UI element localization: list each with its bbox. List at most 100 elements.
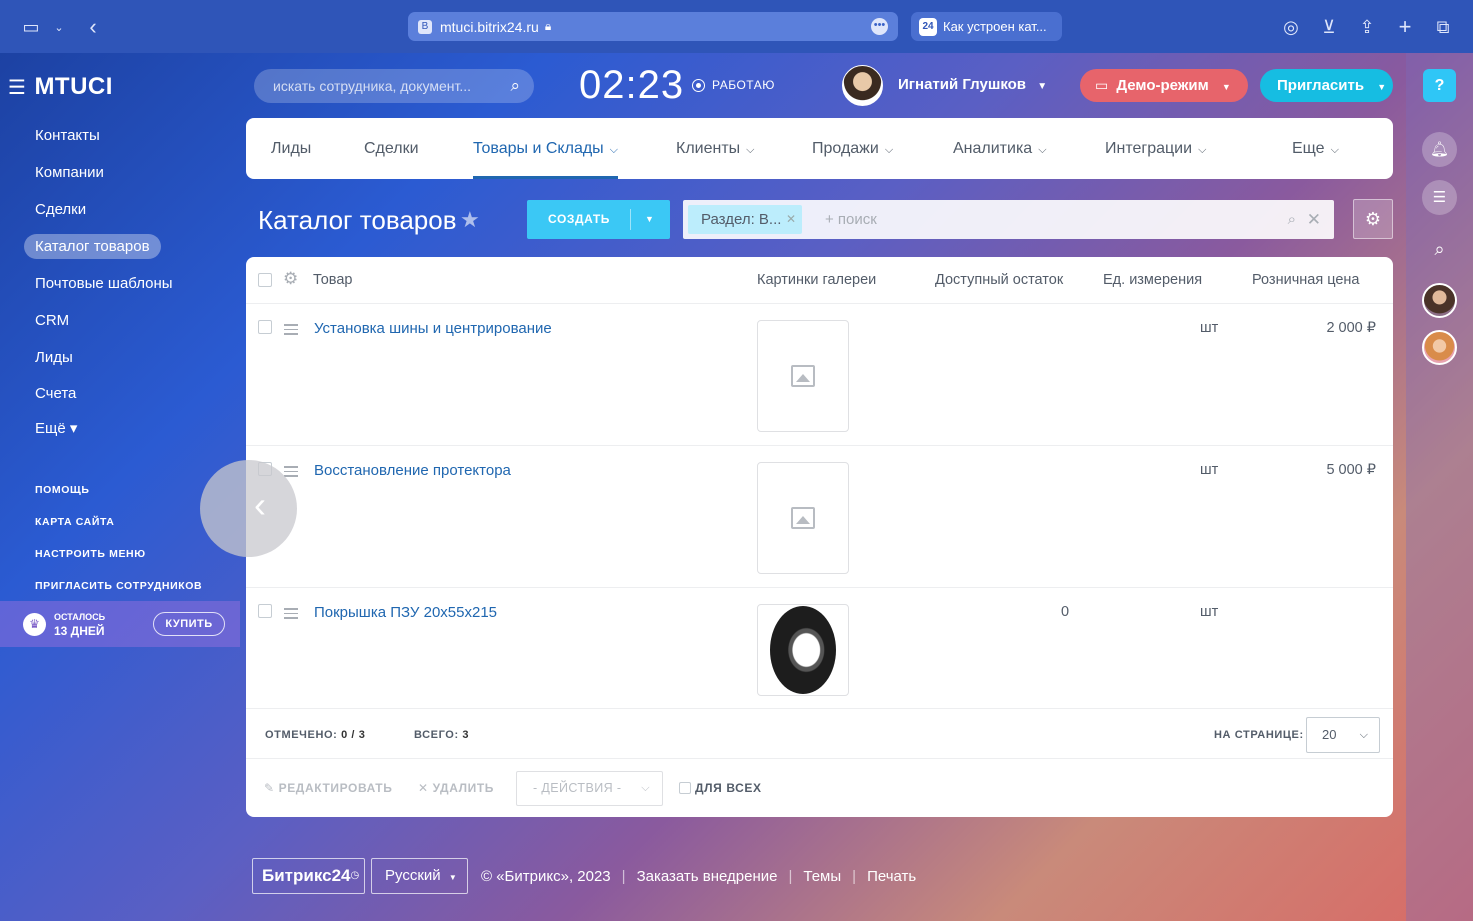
print-link[interactable]: Печать [867, 868, 916, 885]
tabs-overview-icon[interactable]: ⧉ [1430, 14, 1456, 40]
gallery-image[interactable] [757, 462, 849, 574]
for-all-checkbox[interactable]: ДЛЯ ВСЕХ [679, 781, 762, 795]
chevron-left-icon[interactable]: ‹ [254, 484, 266, 526]
search-icon[interactable]: ⌕ [1422, 232, 1457, 267]
column-header-gallery[interactable]: Картинки галереи [757, 272, 876, 288]
select-all-checkbox[interactable] [258, 273, 272, 287]
back-icon[interactable]: ‹ [80, 14, 106, 40]
new-tab-icon[interactable]: + [1392, 14, 1418, 40]
tab-integrations[interactable]: Интеграции ⌵ [1105, 118, 1206, 179]
sidebar-item-catalog[interactable]: Каталог товаров [24, 234, 161, 259]
product-name-link[interactable]: Покрышка ПЗУ 20х55х215 [314, 604, 497, 621]
chevron-down-icon: ▼ [1221, 82, 1231, 92]
star-icon[interactable]: ★ [460, 207, 480, 233]
drag-handle-icon[interactable] [284, 608, 298, 622]
buy-button[interactable]: КУПИТЬ [153, 612, 225, 636]
avatar[interactable] [842, 65, 883, 106]
browser-tab[interactable]: 24 Как устроен кат... [911, 12, 1062, 41]
themes-link[interactable]: Темы [803, 868, 841, 885]
pencil-icon: ✎ [264, 781, 275, 795]
invite-employees-link[interactable]: ПРИГЛАСИТЬ СОТРУДНИКОВ [35, 580, 202, 592]
row-checkbox[interactable] [258, 604, 272, 618]
avatar[interactable] [1422, 283, 1457, 318]
copyright-text: © «Битрикс», 2023 [481, 868, 611, 885]
gallery-image[interactable] [757, 320, 849, 432]
sidebar-item-deals[interactable]: Сделки [24, 197, 97, 222]
trial-days: 13 ДНЕЙ [54, 624, 105, 638]
drag-handle-icon[interactable] [284, 324, 298, 338]
per-page-select[interactable]: 20 ⌵ [1306, 717, 1380, 753]
close-icon[interactable]: ✕ [1307, 200, 1321, 239]
sitemap-link[interactable]: КАРТА САЙТА [35, 516, 115, 528]
delete-label: УДАЛИТЬ [432, 781, 495, 795]
table-row[interactable]: Покрышка ПЗУ 20х55х215 0 шт [246, 588, 1393, 709]
tab-label: Сделки [364, 140, 419, 157]
download-icon[interactable]: ⊻ [1316, 14, 1342, 40]
chevron-down-icon: ⌵ [884, 144, 894, 156]
actions-select[interactable]: - ДЕЙСТВИЯ - ⌵ [516, 771, 663, 806]
product-name-link[interactable]: Восстановление протектора [314, 462, 511, 479]
compass-icon[interactable]: ◎ [1278, 14, 1304, 40]
delete-button[interactable]: ✕ УДАЛИТЬ [418, 781, 494, 795]
tab-products-warehouses[interactable]: Товары и Склады ⌵ [473, 118, 619, 179]
tab-sales[interactable]: Продажи ⌵ [812, 118, 893, 179]
chevron-down-icon[interactable]: ⌄ [46, 14, 72, 40]
share-icon[interactable]: ⇪ [1354, 14, 1380, 40]
checkbox[interactable] [679, 782, 691, 794]
row-checkbox[interactable] [258, 320, 272, 334]
search-icon[interactable]: ⌕ [510, 69, 520, 103]
image-placeholder-icon [791, 507, 815, 529]
logo[interactable]: ☰ MTUCI [8, 73, 113, 101]
tab-deals[interactable]: Сделки [364, 118, 419, 179]
configure-menu-link[interactable]: НАСТРОИТЬ МЕНЮ [35, 548, 146, 560]
work-status[interactable]: РАБОТАЮ [692, 78, 775, 92]
collapse-panel-button[interactable] [200, 460, 297, 557]
tab-more[interactable]: Еще ⌵ [1292, 118, 1339, 179]
bitrix24-logo-button[interactable]: Битрикс24◷ [252, 858, 365, 894]
sidebar-item-more[interactable]: Ещё ▾ [24, 416, 88, 441]
sidebar-item-mail-templates[interactable]: Почтовые шаблоны [24, 271, 184, 296]
sidebar-item-leads[interactable]: Лиды [24, 345, 84, 370]
column-header-product[interactable]: Товар [313, 272, 352, 288]
avatar[interactable] [1422, 330, 1457, 365]
help-icon[interactable]: ? [1423, 69, 1456, 102]
filter-tag[interactable]: Раздел: В... ✕ [688, 205, 802, 234]
user-name[interactable]: Игнатий Глушков ▼ [898, 76, 1047, 93]
create-button[interactable]: СОЗДАТЬ ▼ [527, 200, 670, 239]
sidebar-item-companies[interactable]: Компании [24, 160, 115, 185]
column-header-unit[interactable]: Ед. измерения [1103, 272, 1202, 288]
filter-search-input[interactable]: Раздел: В... ✕ + поиск ⌕ ✕ [683, 200, 1334, 239]
bell-icon[interactable]: 🔔︎ [1422, 132, 1457, 167]
menu-icon[interactable]: ☰ [8, 75, 26, 100]
sidebar-item-invoices[interactable]: Счета [24, 381, 87, 406]
gallery-image[interactable] [757, 604, 849, 696]
search-input[interactable]: искать сотрудника, документ... ⌕ [254, 69, 534, 103]
search-icon[interactable]: ⌕ [1288, 200, 1296, 239]
gear-icon[interactable]: ⚙ [283, 269, 298, 289]
order-implementation-link[interactable]: Заказать внедрение [637, 868, 778, 885]
address-bar[interactable]: B mtuci.bitrix24.ru 🔒︎ ••• [408, 12, 898, 41]
tab-leads[interactable]: Лиды [271, 118, 311, 179]
chevron-down-icon[interactable]: ▼ [645, 200, 655, 239]
sidebar-item-crm[interactable]: CRM [24, 308, 80, 333]
edit-button[interactable]: ✎ РЕДАКТИРОВАТЬ [264, 781, 392, 795]
close-icon[interactable]: ✕ [786, 205, 796, 234]
language-select[interactable]: Русский ▼ [371, 858, 468, 894]
column-header-stock[interactable]: Доступный остаток [935, 272, 1063, 288]
demo-mode-button[interactable]: ▭ Демо-режим ▼ [1080, 69, 1248, 102]
tab-analytics[interactable]: Аналитика ⌵ [953, 118, 1047, 179]
table-row[interactable]: Установка шины и центрирование шт 2 000 … [246, 304, 1393, 446]
gear-icon[interactable]: ⚙ [1353, 199, 1393, 239]
more-icon[interactable]: ••• [871, 18, 888, 35]
sidebar-item-contacts[interactable]: Контакты [24, 123, 111, 148]
chat-icon[interactable]: ☰ [1422, 180, 1457, 215]
column-header-price[interactable]: Розничная цена [1252, 272, 1359, 288]
table-row[interactable]: Восстановление протектора шт 5 000 ₽ [246, 446, 1393, 588]
invite-button[interactable]: Пригласить ▼ [1260, 69, 1393, 102]
chevron-down-icon: ▼ [1377, 82, 1387, 92]
sidebar-toggle-icon[interactable]: ▭ [18, 14, 44, 40]
product-name-link[interactable]: Установка шины и центрирование [314, 320, 552, 337]
tab-clients[interactable]: Клиенты ⌵ [676, 118, 755, 179]
clock[interactable]: 02:23 [579, 63, 684, 108]
help-link[interactable]: ПОМОЩЬ [35, 484, 89, 496]
